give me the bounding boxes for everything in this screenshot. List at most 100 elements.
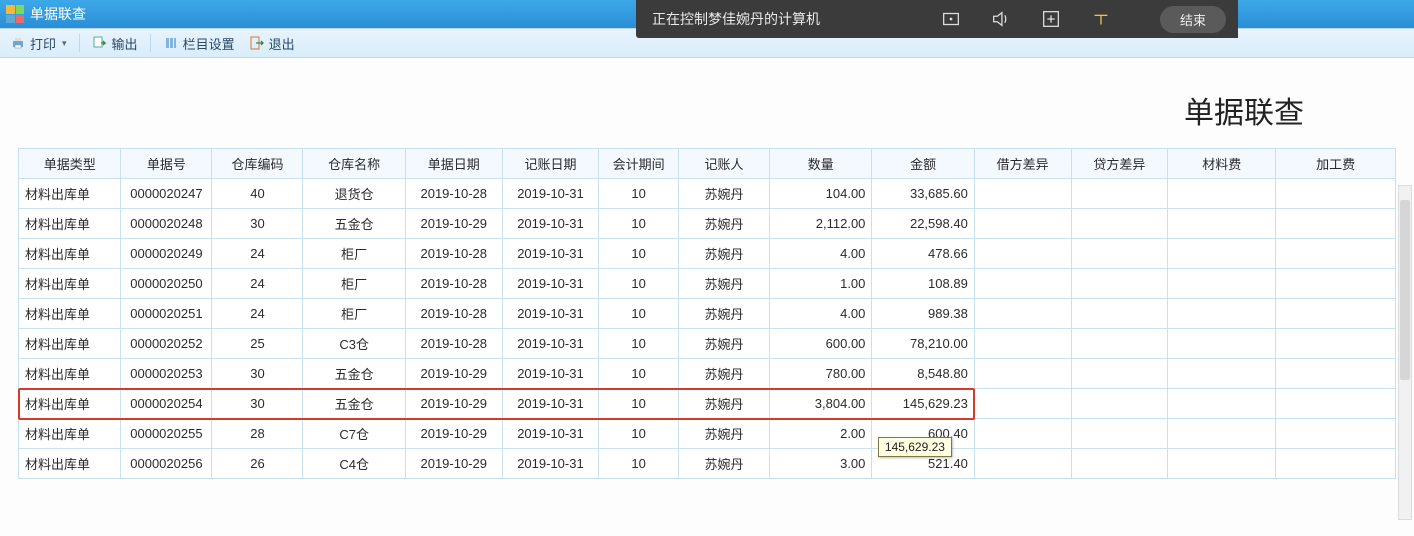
volume-icon[interactable]	[990, 8, 1012, 30]
cell-post_date: 2019-10-31	[502, 389, 599, 419]
cell-doc_date: 2019-10-29	[405, 389, 502, 419]
pin-icon[interactable]	[1090, 8, 1112, 30]
cell-doc_date: 2019-10-29	[405, 359, 502, 389]
cell-doc_no: 0000020252	[121, 329, 212, 359]
cell-qty: 4.00	[770, 299, 872, 329]
table-row[interactable]: 材料出库单000002025330五金仓2019-10-292019-10-31…	[19, 359, 1396, 389]
cell-doc_no: 0000020255	[121, 419, 212, 449]
cell-wh_code: 24	[212, 269, 303, 299]
cell-post_date: 2019-10-31	[502, 299, 599, 329]
cell-amount: 145,629.23	[872, 389, 974, 419]
col-doc_date[interactable]: 单据日期	[405, 149, 502, 179]
columns-icon	[163, 35, 179, 51]
cell-poster: 苏婉丹	[678, 299, 769, 329]
cell-debit_diff	[974, 299, 1071, 329]
cell-qty: 1.00	[770, 269, 872, 299]
cell-proc_fee	[1276, 329, 1396, 359]
export-button[interactable]: 输出	[86, 32, 144, 55]
cell-matl_fee	[1168, 239, 1276, 269]
fullscreen-icon[interactable]	[940, 8, 962, 30]
cell-amount: 478.66	[872, 239, 974, 269]
table-row[interactable]: 材料出库单000002025626C4仓2019-10-292019-10-31…	[19, 449, 1396, 479]
col-matl_fee[interactable]: 材料费	[1168, 149, 1276, 179]
new-window-icon[interactable]	[1040, 8, 1062, 30]
app-icon	[6, 5, 24, 23]
cell-amount: 108.89	[872, 269, 974, 299]
col-debit_diff[interactable]: 借方差异	[974, 149, 1071, 179]
cell-wh_name: 五金仓	[303, 359, 405, 389]
table-row[interactable]: 材料出库单000002024830五金仓2019-10-292019-10-31…	[19, 209, 1396, 239]
printer-icon	[10, 35, 26, 51]
chevron-down-icon: ▾	[62, 38, 67, 49]
table-row[interactable]: 材料出库单000002025124柜厂2019-10-282019-10-311…	[19, 299, 1396, 329]
cell-doc_no: 0000020248	[121, 209, 212, 239]
cell-doc_no: 0000020247	[121, 179, 212, 209]
cell-poster: 苏婉丹	[678, 449, 769, 479]
table-row[interactable]: 材料出库单000002025225C3仓2019-10-282019-10-31…	[19, 329, 1396, 359]
cell-doc_type: 材料出库单	[19, 299, 121, 329]
cell-amount: 78,210.00	[872, 329, 974, 359]
cell-doc_type: 材料出库单	[19, 389, 121, 419]
cell-wh_name: 柜厂	[303, 299, 405, 329]
table-row[interactable]: 材料出库单000002025430五金仓2019-10-292019-10-31…	[19, 389, 1396, 419]
table-row[interactable]: 材料出库单000002025024柜厂2019-10-282019-10-311…	[19, 269, 1396, 299]
col-post_date[interactable]: 记账日期	[502, 149, 599, 179]
table-row[interactable]: 材料出库单000002025528C7仓2019-10-292019-10-31…	[19, 419, 1396, 449]
cell-poster: 苏婉丹	[678, 209, 769, 239]
cell-wh_name: 退货仓	[303, 179, 405, 209]
col-proc_fee[interactable]: 加工费	[1276, 149, 1396, 179]
cell-doc_no: 0000020250	[121, 269, 212, 299]
cell-post_date: 2019-10-31	[502, 359, 599, 389]
col-poster[interactable]: 记账人	[678, 149, 769, 179]
cell-period: 10	[599, 239, 679, 269]
cell-debit_diff	[974, 209, 1071, 239]
cell-qty: 104.00	[770, 179, 872, 209]
cell-qty: 780.00	[770, 359, 872, 389]
scrollbar-thumb[interactable]	[1400, 200, 1410, 380]
cell-wh_code: 30	[212, 359, 303, 389]
remote-icons	[940, 8, 1112, 30]
cell-doc_type: 材料出库单	[19, 359, 121, 389]
print-button[interactable]: 打印 ▾	[4, 32, 73, 55]
cell-doc_no: 0000020251	[121, 299, 212, 329]
table-row[interactable]: 材料出库单000002024740退货仓2019-10-282019-10-31…	[19, 179, 1396, 209]
col-doc_type[interactable]: 单据类型	[19, 149, 121, 179]
data-table: 单据类型单据号仓库编码仓库名称单据日期记账日期会计期间记账人数量金额借方差异贷方…	[18, 148, 1396, 479]
cell-wh_name: 五金仓	[303, 389, 405, 419]
cell-doc_date: 2019-10-28	[405, 299, 502, 329]
col-doc_no[interactable]: 单据号	[121, 149, 212, 179]
cell-credit_diff	[1071, 299, 1168, 329]
cell-qty: 4.00	[770, 239, 872, 269]
cell-wh_code: 40	[212, 179, 303, 209]
col-period[interactable]: 会计期间	[599, 149, 679, 179]
cell-wh_name: 柜厂	[303, 239, 405, 269]
cell-doc_no: 0000020249	[121, 239, 212, 269]
cell-poster: 苏婉丹	[678, 179, 769, 209]
cell-period: 10	[599, 269, 679, 299]
cell-proc_fee	[1276, 179, 1396, 209]
cell-doc_no: 0000020256	[121, 449, 212, 479]
col-amount[interactable]: 金额	[872, 149, 974, 179]
col-credit_diff[interactable]: 贷方差异	[1071, 149, 1168, 179]
cell-credit_diff	[1071, 329, 1168, 359]
table-row[interactable]: 材料出库单000002024924柜厂2019-10-282019-10-311…	[19, 239, 1396, 269]
exit-button[interactable]: 退出	[243, 32, 301, 55]
columns-button[interactable]: 栏目设置	[157, 32, 241, 55]
vertical-scrollbar[interactable]	[1398, 185, 1412, 520]
cell-matl_fee	[1168, 209, 1276, 239]
col-wh_name[interactable]: 仓库名称	[303, 149, 405, 179]
cell-doc_type: 材料出库单	[19, 209, 121, 239]
cell-period: 10	[599, 179, 679, 209]
col-wh_code[interactable]: 仓库编码	[212, 149, 303, 179]
col-qty[interactable]: 数量	[770, 149, 872, 179]
cell-credit_diff	[1071, 179, 1168, 209]
cell-credit_diff	[1071, 239, 1168, 269]
remote-control-bar: 正在控制梦佳婉丹的计算机 结束	[636, 0, 1238, 38]
window-title: 单据联查	[30, 4, 86, 24]
end-remote-button[interactable]: 结束	[1160, 6, 1226, 33]
cell-proc_fee	[1276, 389, 1396, 419]
cell-doc_type: 材料出库单	[19, 179, 121, 209]
cell-matl_fee	[1168, 389, 1276, 419]
cell-wh_code: 25	[212, 329, 303, 359]
cell-debit_diff	[974, 389, 1071, 419]
